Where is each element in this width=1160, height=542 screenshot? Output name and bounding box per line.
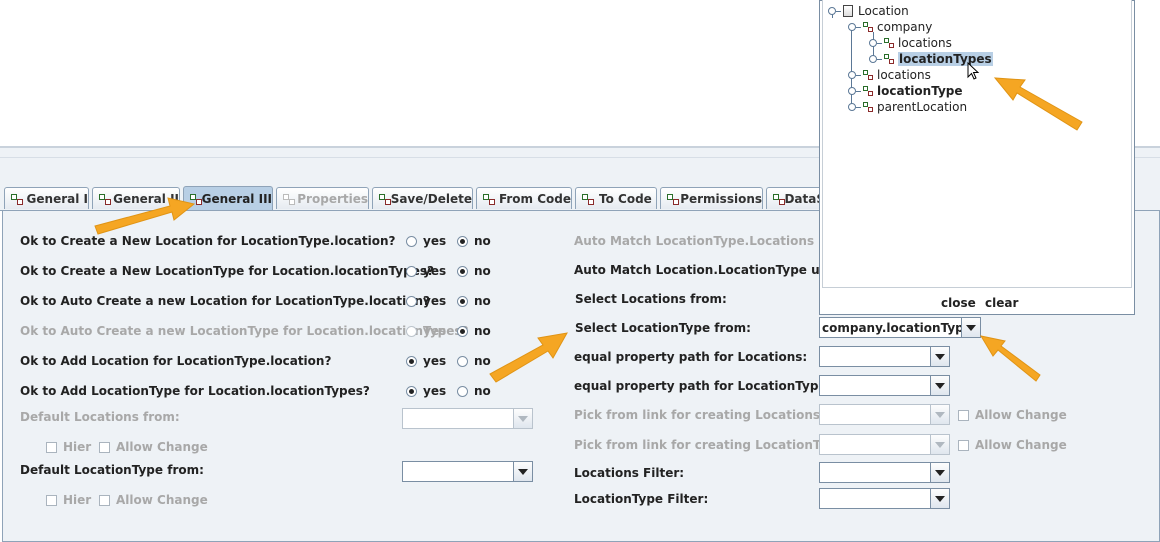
annotation-arrow-icon <box>489 332 568 383</box>
annotation-arrow-icon <box>94 197 196 235</box>
annotation-arrow-icon <box>993 77 1083 131</box>
annotation-arrows <box>94 77 1083 383</box>
annotation-arrow-icon <box>979 335 1041 382</box>
